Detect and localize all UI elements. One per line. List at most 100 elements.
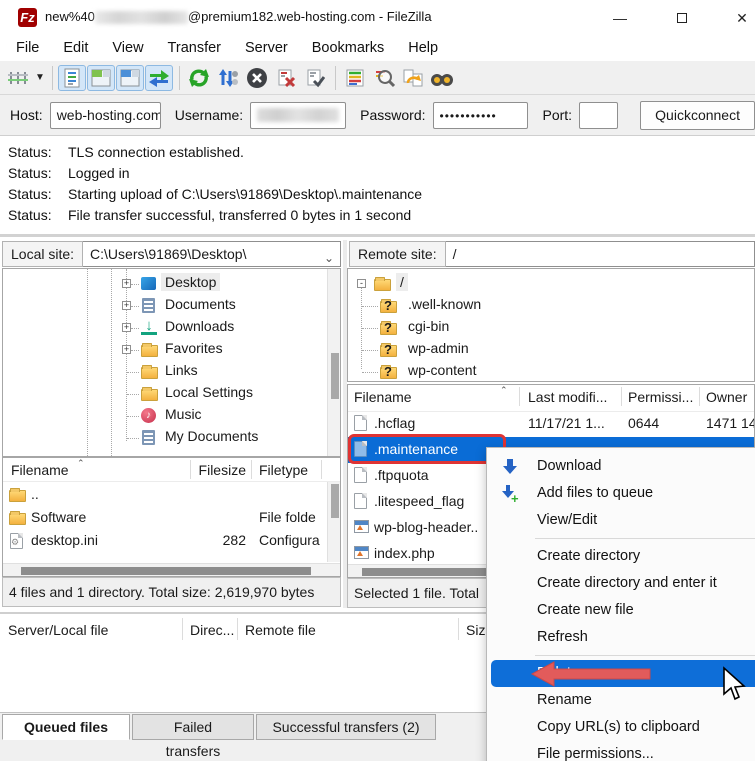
local-tree-item-desktop[interactable]: + Desktop — [3, 273, 340, 295]
site-manager-dropdown-icon[interactable]: ▼ — [33, 65, 47, 91]
expander-icon[interactable]: + — [122, 323, 131, 332]
window-title-prefix: new%40 — [45, 9, 95, 24]
menu-item-create-new-file[interactable]: Create new file — [487, 597, 755, 624]
menu-item-copy-url[interactable]: Copy URL(s) to clipboard — [487, 714, 755, 741]
local-tree-item-downloads[interactable]: + ↓ Downloads — [3, 317, 340, 339]
file-icon — [354, 467, 367, 483]
file-modified: 11/17/21 1... — [528, 415, 605, 431]
column-header-direction[interactable]: Direc... — [190, 622, 234, 638]
menu-help[interactable]: Help — [396, 37, 450, 59]
menu-item-refresh[interactable]: Refresh — [487, 624, 755, 651]
compare-icon[interactable] — [370, 65, 398, 91]
column-header-last-modified[interactable]: Last modifi... — [528, 389, 607, 405]
remote-path-input[interactable]: / — [446, 241, 755, 267]
column-header-filename[interactable]: Filename — [11, 462, 69, 478]
toggle-log-icon[interactable] — [58, 65, 86, 91]
column-header-remote-file[interactable]: Remote file — [245, 622, 316, 638]
local-tree-scrollbar[interactable] — [327, 269, 340, 457]
annotation-red-box — [348, 434, 506, 464]
reconnect-icon[interactable] — [301, 65, 329, 91]
menu-item-create-directory-enter[interactable]: Create directory and enter it — [487, 570, 755, 597]
scrollbar-thumb[interactable] — [331, 353, 339, 399]
local-tree-item-favorites[interactable]: + Favorites — [3, 339, 340, 361]
annotation-red-arrow — [520, 655, 660, 695]
file-name: desktop.ini — [31, 532, 98, 548]
disconnect-icon[interactable] — [272, 65, 300, 91]
file-icon — [354, 493, 367, 509]
scrollbar-thumb[interactable] — [21, 567, 311, 575]
refresh-icon[interactable] — [185, 65, 213, 91]
file-icon — [354, 415, 367, 431]
expander-icon[interactable]: + — [122, 301, 131, 310]
menu-item-view-edit[interactable]: View/Edit — [487, 507, 755, 534]
menu-server[interactable]: Server — [233, 37, 300, 59]
expander-icon[interactable]: + — [122, 279, 131, 288]
remote-tree-item-wp-content[interactable]: ? wp-content — [348, 361, 754, 382]
local-list-hscrollbar[interactable] — [3, 563, 341, 576]
menu-item-file-permissions[interactable]: File permissions... — [487, 741, 755, 761]
column-header-permissions[interactable]: Permissi... — [628, 389, 693, 405]
tab-failed-transfers[interactable]: Failed transfers — [132, 714, 254, 740]
menu-file[interactable]: File — [4, 37, 51, 59]
remote-tree-item-wp-admin[interactable]: ? wp-admin — [348, 339, 754, 361]
local-tree-item-my-documents[interactable]: My Documents — [3, 427, 340, 449]
host-input[interactable]: web-hosting.com — [50, 102, 161, 129]
menu-item-create-directory[interactable]: Create directory — [487, 543, 755, 570]
menu-item-add-files-to-queue[interactable]: + Add files to queue — [487, 480, 755, 507]
php-file-icon — [354, 520, 369, 533]
local-tree-item-documents[interactable]: + Documents — [3, 295, 340, 317]
file-row-parent[interactable]: .. — [3, 483, 340, 506]
remote-tree-item-well-known[interactable]: ? .well-known — [348, 295, 754, 317]
username-input[interactable] — [250, 102, 346, 129]
filter-icon[interactable] — [341, 65, 369, 91]
quickconnect-button[interactable]: Quickconnect — [640, 101, 755, 130]
tab-queued-files[interactable]: Queued files — [2, 714, 130, 740]
password-input[interactable]: ••••••••••• — [433, 102, 529, 129]
status-message: Logged in — [68, 165, 130, 181]
file-row-software[interactable]: Software File folde — [3, 506, 340, 529]
find-files-icon[interactable] — [428, 65, 456, 91]
site-manager-icon[interactable] — [4, 65, 32, 91]
config-file-icon — [10, 533, 23, 549]
remote-tree-item-root[interactable]: - / — [348, 273, 754, 295]
column-header-server-local-file[interactable]: Server/Local file — [8, 622, 108, 638]
toggle-remote-tree-icon[interactable] — [116, 65, 144, 91]
local-list-scrollbar[interactable] — [327, 482, 340, 562]
local-tree-item-music[interactable]: ♪ Music — [3, 405, 340, 427]
remote-tree-item-cgi-bin[interactable]: ? cgi-bin — [348, 317, 754, 339]
column-header-filesize[interactable]: Filesize — [186, 462, 246, 478]
local-path-combo[interactable]: C:\Users\91869\Desktop\ ⌄ — [83, 241, 341, 267]
sync-browsing-icon[interactable] — [399, 65, 427, 91]
menu-transfer[interactable]: Transfer — [156, 37, 233, 59]
menu-edit[interactable]: Edit — [51, 37, 100, 59]
local-tree-item-links[interactable]: Links — [3, 361, 340, 383]
process-queue-icon[interactable] — [214, 65, 242, 91]
toggle-local-tree-icon[interactable] — [87, 65, 115, 91]
menu-view[interactable]: View — [100, 37, 155, 59]
file-row-desktop-ini[interactable]: desktop.ini 282 Configura — [3, 529, 340, 552]
port-label: Port: — [542, 107, 572, 123]
scrollbar-thumb[interactable] — [331, 484, 339, 518]
chevron-down-icon[interactable]: ⌄ — [324, 246, 334, 267]
collapse-icon[interactable]: - — [357, 279, 366, 288]
menu-bookmarks[interactable]: Bookmarks — [300, 37, 397, 59]
tab-successful-transfers[interactable]: Successful transfers (2) — [256, 714, 436, 740]
file-type: File folde — [259, 509, 323, 525]
column-header-filename[interactable]: Filename — [354, 389, 412, 405]
expander-icon[interactable]: + — [122, 345, 131, 354]
column-header-filetype[interactable]: Filetype — [259, 462, 308, 478]
folder-question-icon: ? — [380, 323, 397, 335]
local-site-label: Local site: — [2, 241, 83, 267]
window-title: new%40@premium182.web-hosting.com - File… — [45, 9, 432, 24]
port-input[interactable] — [579, 102, 618, 129]
minimize-button[interactable]: — — [606, 8, 634, 28]
local-tree-item-local-settings[interactable]: Local Settings — [3, 383, 340, 405]
cancel-icon[interactable] — [243, 65, 271, 91]
toggle-queue-icon[interactable] — [145, 65, 173, 91]
maximize-button[interactable] — [668, 8, 696, 28]
menu-item-download[interactable]: Download — [487, 453, 755, 480]
close-button[interactable]: ✕ — [728, 8, 755, 28]
column-header-owner[interactable]: Owner — [706, 389, 747, 405]
status-label: Status: — [0, 186, 68, 202]
username-label: Username: — [175, 107, 243, 123]
